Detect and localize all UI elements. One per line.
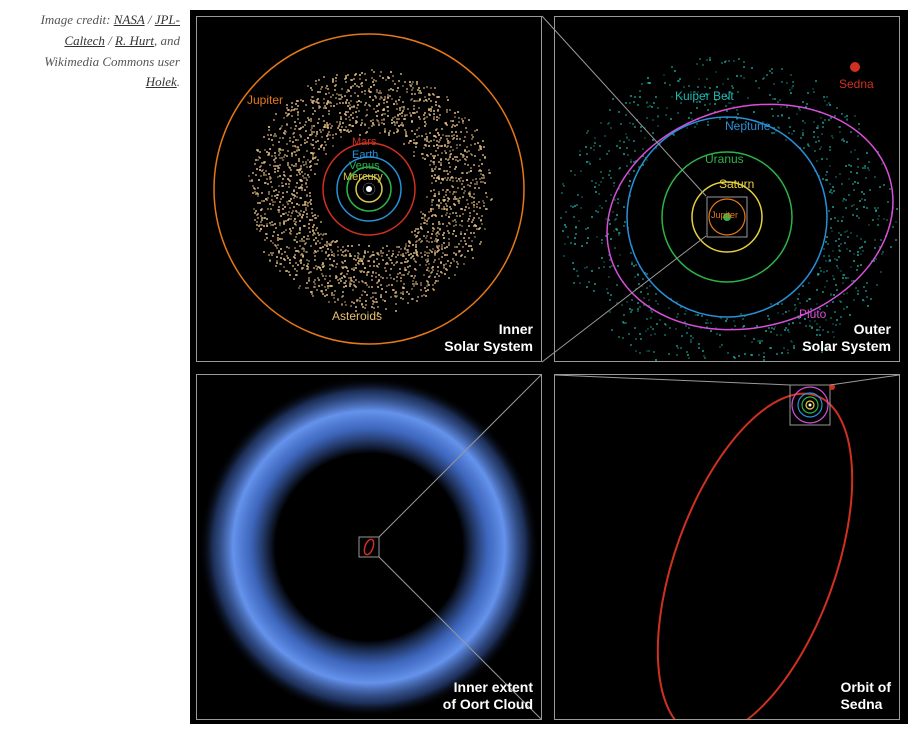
image-credit: Image credit: NASA / JPL-Caltech / R. Hu… xyxy=(10,10,190,93)
panel-sedna-orbit: Orbit ofSedna xyxy=(554,374,900,720)
diagram-canvas: Jupiter Asteroids Mars Earth Venus Mercu… xyxy=(190,10,908,724)
panel-title-oort: Inner extentof Oort Cloud xyxy=(443,679,533,713)
link-rhurt[interactable]: R. Hurt xyxy=(115,33,154,48)
link-nasa[interactable]: NASA xyxy=(114,12,145,27)
panel-inner-solar-system: Jupiter Asteroids Mars Earth Venus Mercu… xyxy=(196,16,542,362)
link-holek[interactable]: Holek xyxy=(146,74,177,89)
panel-title-inner: InnerSolar System xyxy=(444,321,533,355)
panel-title-sedna: Orbit ofSedna xyxy=(840,679,891,713)
panel-title-outer: OuterSolar System xyxy=(802,321,891,355)
panel-outer-solar-system: Kuiper Belt Neptune Uranus Saturn Jupite… xyxy=(554,16,900,362)
panel-oort-cloud: Inner extentof Oort Cloud xyxy=(196,374,542,720)
